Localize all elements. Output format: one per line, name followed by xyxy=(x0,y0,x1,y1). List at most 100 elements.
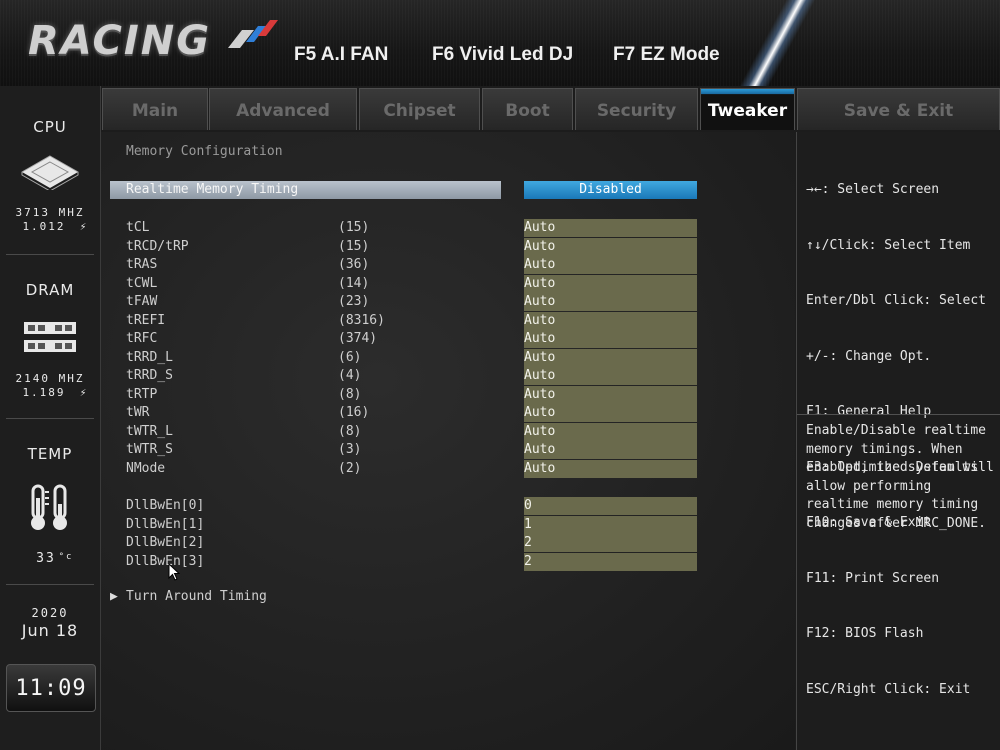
mouse-cursor-icon xyxy=(168,563,180,581)
section-title: Memory Configuration xyxy=(126,144,283,159)
realtime-memory-timing-row[interactable]: Realtime Memory Timing xyxy=(110,181,501,199)
timing-row-trrd-l: tRRD_L (6) Auto xyxy=(101,348,795,367)
timing-current: (8) xyxy=(338,386,362,402)
timing-row-trcd-trp: tRCD/tRP (15) Auto xyxy=(101,237,795,256)
dll-value[interactable]: 2 xyxy=(524,552,697,571)
dll-row-3: DllBwEn[3] 2 xyxy=(101,552,795,571)
timing-row-trefi: tREFI (8316) Auto xyxy=(101,311,795,330)
status-sidebar: CPU 3713 MHZ 1.012 ⚡ DRAM 2140 MHZ 1.189… xyxy=(0,86,101,750)
timing-label: tWR xyxy=(126,405,150,420)
divider xyxy=(797,414,1000,415)
timing-current: (3) xyxy=(338,442,362,457)
timing-current: (16) xyxy=(338,405,370,420)
cpu-title: CPU xyxy=(33,118,67,136)
key-help-item: +/-: Change Opt. xyxy=(806,348,932,364)
timing-row-tras: tRAS (36) Auto xyxy=(101,256,795,274)
timing-value[interactable]: Auto xyxy=(524,459,697,478)
timing-value[interactable]: Auto xyxy=(524,256,697,274)
clock-display: 11:09 xyxy=(6,664,96,712)
temp-title: TEMP xyxy=(27,445,73,463)
timing-value[interactable]: Auto xyxy=(524,330,697,348)
realtime-memory-timing-value[interactable]: Disabled xyxy=(524,181,697,199)
racing-logo: RACING xyxy=(28,18,212,64)
date-year: 2020 xyxy=(31,606,69,620)
timing-current: (23) xyxy=(338,294,370,309)
timing-value[interactable]: Auto xyxy=(524,348,697,367)
key-help-item: Enter/Dbl Click: Select xyxy=(806,293,987,308)
timing-value[interactable]: Auto xyxy=(524,385,697,404)
key-help-item: ↑↓/Click: Select Item xyxy=(806,237,971,253)
timing-value[interactable]: Auto xyxy=(524,274,697,293)
vivid-led-dj-button[interactable]: F6 Vivid Led DJ xyxy=(432,44,573,66)
timing-current: (15) xyxy=(338,220,370,235)
tab-chipset[interactable]: Chipset xyxy=(359,88,480,130)
timing-row-tcwl: tCWL (14) Auto xyxy=(101,274,795,293)
timing-value[interactable]: Auto xyxy=(524,237,697,256)
dll-label: DllBwEn[2] xyxy=(126,535,205,550)
turn-around-timing-submenu[interactable]: ▶ Turn Around Timing xyxy=(110,589,267,604)
thermometer-icon xyxy=(31,484,67,530)
light-streak-decoration xyxy=(719,0,831,86)
timing-current: (15) xyxy=(338,238,370,254)
tab-bar: Main Advanced Chipset Boot Security Twea… xyxy=(100,86,1000,132)
timing-label: tRFC xyxy=(126,331,158,346)
timing-label: tREFI xyxy=(126,312,166,328)
timing-value[interactable]: Auto xyxy=(524,404,697,422)
dll-value[interactable]: 0 xyxy=(524,497,697,515)
timing-value[interactable]: Auto xyxy=(524,367,697,385)
timing-current: (2) xyxy=(338,460,362,476)
timing-label: NMode xyxy=(126,460,166,476)
timing-label: tWTR_S xyxy=(126,442,173,457)
key-help-item: F12: BIOS Flash xyxy=(806,626,924,641)
tab-main[interactable]: Main xyxy=(102,88,208,130)
timing-row-twtr-l: tWTR_L (8) Auto xyxy=(101,422,795,441)
tab-advanced[interactable]: Advanced xyxy=(209,88,357,130)
submenu-arrow-icon: ▶ xyxy=(110,589,118,604)
submenu-label: Turn Around Timing xyxy=(126,589,267,604)
timing-row-nmode: NMode (2) Auto xyxy=(101,459,795,478)
timing-row-trtp: tRTP (8) Auto xyxy=(101,385,795,404)
timing-label: tWTR_L xyxy=(126,423,173,439)
cpu-chip-icon xyxy=(21,155,79,190)
timing-current: (8) xyxy=(338,423,362,439)
timing-label: tCWL xyxy=(126,275,158,291)
timing-current: (36) xyxy=(338,257,370,272)
timing-label: tRRD_S xyxy=(126,368,173,383)
dll-row-0: DllBwEn[0] 0 xyxy=(101,497,795,515)
timing-row-tfaw: tFAW (23) Auto xyxy=(101,293,795,311)
tab-save-exit[interactable]: Save & Exit xyxy=(797,88,1000,130)
timing-value[interactable]: Auto xyxy=(524,422,697,441)
timing-current: (4) xyxy=(338,368,362,383)
timing-row-twtr-s: tWTR_S (3) Auto xyxy=(101,441,795,459)
key-help-item: →←: Select Screen xyxy=(806,182,940,197)
timing-value[interactable]: Auto xyxy=(524,311,697,330)
dll-label: DllBwEn[1] xyxy=(126,516,205,532)
cpu-frequency: 3713 MHZ xyxy=(15,206,85,219)
timing-value[interactable]: Auto xyxy=(524,293,697,311)
divider xyxy=(6,418,94,419)
dram-module-icon xyxy=(24,322,76,352)
timing-value[interactable]: Auto xyxy=(524,441,697,459)
timing-current: (6) xyxy=(338,349,362,365)
tab-boot[interactable]: Boot xyxy=(482,88,573,130)
ai-fan-button[interactable]: F5 A.I FAN xyxy=(294,44,388,66)
racing-logo-mark-icon xyxy=(228,20,278,48)
dll-value[interactable]: 1 xyxy=(524,515,697,534)
dll-label: DllBwEn[0] xyxy=(126,498,205,513)
timing-value[interactable]: Auto xyxy=(524,219,697,237)
timing-label: tRRD_L xyxy=(126,349,173,365)
timing-label: tFAW xyxy=(126,294,158,309)
tab-security[interactable]: Security xyxy=(575,88,698,130)
item-description: Enable/Disable realtime memory timings. … xyxy=(806,423,994,531)
timing-row-trfc: tRFC (374) Auto xyxy=(101,330,795,348)
timing-current: (374) xyxy=(338,331,378,346)
header: RACING F5 A.I FAN F6 Vivid Led DJ F7 EZ … xyxy=(0,0,1000,86)
dram-frequency: 2140 MHZ xyxy=(15,372,85,385)
ez-mode-button[interactable]: F7 EZ Mode xyxy=(613,44,720,66)
divider xyxy=(6,584,94,585)
key-help-item: ESC/Right Click: Exit xyxy=(806,681,971,697)
timing-row-twr: tWR (16) Auto xyxy=(101,404,795,422)
tab-tweaker[interactable]: Tweaker xyxy=(700,88,795,130)
dll-label: DllBwEn[3] xyxy=(126,553,205,569)
dll-value[interactable]: 2 xyxy=(524,534,697,552)
